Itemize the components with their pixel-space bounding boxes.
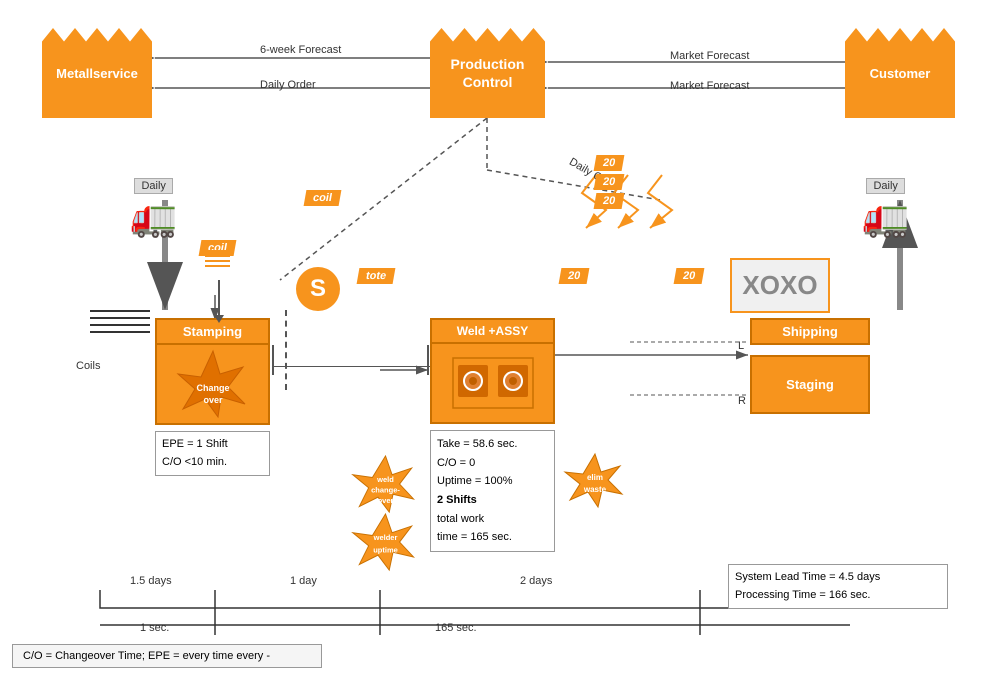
svg-text:welder: welder bbox=[373, 533, 398, 542]
right-truck-label: Daily bbox=[866, 178, 904, 194]
weld-name: Weld +ASSY bbox=[457, 324, 528, 338]
coil-stack bbox=[205, 250, 230, 267]
push-arrow-1 bbox=[272, 360, 444, 372]
svg-text:waste: waste bbox=[583, 485, 607, 494]
weld-totalwork: total work bbox=[437, 510, 548, 529]
six-week-forecast-label: 6-week Forecast bbox=[260, 44, 341, 56]
weld-info: Take = 58.6 sec. C/O = 0 Uptime = 100% 2… bbox=[430, 430, 555, 552]
weld-uptime: Uptime = 100% bbox=[437, 472, 548, 491]
left-truck-icon: 🚛 bbox=[130, 196, 177, 240]
kaizen-elim-waste: elim waste bbox=[560, 452, 630, 512]
changeover-burst: Change over bbox=[173, 349, 253, 419]
svg-text:elim: elim bbox=[587, 473, 603, 482]
l-label: L bbox=[738, 340, 744, 352]
diagram: Metallservice Production Control Custome… bbox=[0, 0, 1000, 680]
time-1-label: 1 sec. bbox=[140, 622, 169, 634]
xoxo-label: XOXO bbox=[742, 270, 817, 301]
svg-text:over: over bbox=[378, 496, 394, 505]
kaizen-welder-uptime: welder uptime bbox=[348, 510, 423, 575]
days-1-label: 1.5 days bbox=[130, 575, 172, 587]
daily-order-left-label: Daily Order bbox=[260, 79, 316, 91]
factory-metallservice: Metallservice bbox=[42, 28, 152, 118]
svg-text:over: over bbox=[203, 395, 223, 405]
kaizen-weld-changeover: weld change- over bbox=[348, 452, 423, 517]
coils-label: Coils bbox=[76, 360, 100, 372]
shipping-name: Shipping bbox=[782, 324, 838, 339]
stamping-co: C/O <10 min. bbox=[162, 454, 263, 472]
stamping-container: Stamping Change over EPE = 1 Shift C/O <… bbox=[155, 318, 270, 476]
dashed-line-s bbox=[285, 310, 287, 390]
stamping-body: Change over bbox=[155, 345, 270, 425]
left-truck-label: Daily bbox=[134, 178, 172, 194]
factory-production-control: Production Control bbox=[430, 28, 545, 118]
weld-take: Take = 58.6 sec. bbox=[437, 435, 548, 454]
stamping-label: Stamping bbox=[155, 318, 270, 345]
stamping-name: Stamping bbox=[183, 324, 242, 339]
days-3-label: 2 days bbox=[520, 575, 552, 587]
svg-text:Change: Change bbox=[196, 383, 229, 393]
svg-text:change-: change- bbox=[371, 485, 400, 494]
processing-label: Processing Time = 166 sec. bbox=[735, 587, 941, 605]
factory-production-label: Production Control bbox=[451, 55, 525, 91]
coil-arrow-down bbox=[214, 280, 224, 323]
kanban-20-weld: 20 bbox=[559, 268, 590, 284]
legend-text: C/O = Changeover Time; EPE = every time … bbox=[23, 650, 270, 662]
market-forecast-1-label: Market Forecast bbox=[670, 50, 749, 62]
supermarket-symbol: S bbox=[296, 267, 340, 311]
factory-customer: Customer bbox=[845, 28, 955, 118]
staging-label: Staging bbox=[750, 355, 870, 414]
kanban-20-shipping: 20 bbox=[674, 268, 705, 284]
tote-label: tote bbox=[357, 268, 396, 284]
system-lead-label: System Lead Time = 4.5 days bbox=[735, 569, 941, 587]
shipping-container: Shipping Staging bbox=[750, 318, 870, 414]
factory-customer-label: Customer bbox=[870, 66, 931, 81]
weld-body bbox=[430, 344, 555, 424]
weld-co: C/O = 0 bbox=[437, 454, 548, 473]
shipping-label: Shipping bbox=[750, 318, 870, 345]
lead-time-box: System Lead Time = 4.5 days Processing T… bbox=[728, 564, 948, 609]
r-label: R bbox=[738, 395, 746, 407]
coils-lines bbox=[90, 310, 150, 338]
weld-container: Weld +ASSY Take = 58.6 sec. C/O = 0 Upti… bbox=[430, 318, 555, 552]
left-truck-container: Daily 🚛 bbox=[130, 178, 177, 240]
kanban-stack: 20 20 20 bbox=[595, 155, 623, 209]
weld-shifts: 2 Shifts bbox=[437, 491, 548, 510]
stamping-info: EPE = 1 Shift C/O <10 min. bbox=[155, 431, 270, 476]
days-2-label: 1 day bbox=[290, 575, 317, 587]
market-forecast-2-label: Market Forecast bbox=[670, 80, 749, 92]
right-truck-container: Daily 🚛 bbox=[862, 178, 909, 240]
stamping-epe: EPE = 1 Shift bbox=[162, 436, 263, 454]
right-truck-icon: 🚛 bbox=[862, 196, 909, 240]
shipping-gap bbox=[750, 345, 870, 355]
staging-name: Staging bbox=[786, 377, 834, 392]
coil-tag-top: coil bbox=[304, 190, 342, 206]
weld-time: time = 165 sec. bbox=[437, 528, 548, 547]
factory-metallservice-label: Metallservice bbox=[56, 66, 138, 81]
xoxo-box: XOXO bbox=[730, 258, 830, 313]
svg-text:uptime: uptime bbox=[373, 545, 398, 554]
weld-label: Weld +ASSY bbox=[430, 318, 555, 344]
time-2-label: 165 sec. bbox=[435, 622, 477, 634]
svg-text:weld: weld bbox=[376, 475, 394, 484]
legend-box: C/O = Changeover Time; EPE = every time … bbox=[12, 644, 322, 668]
